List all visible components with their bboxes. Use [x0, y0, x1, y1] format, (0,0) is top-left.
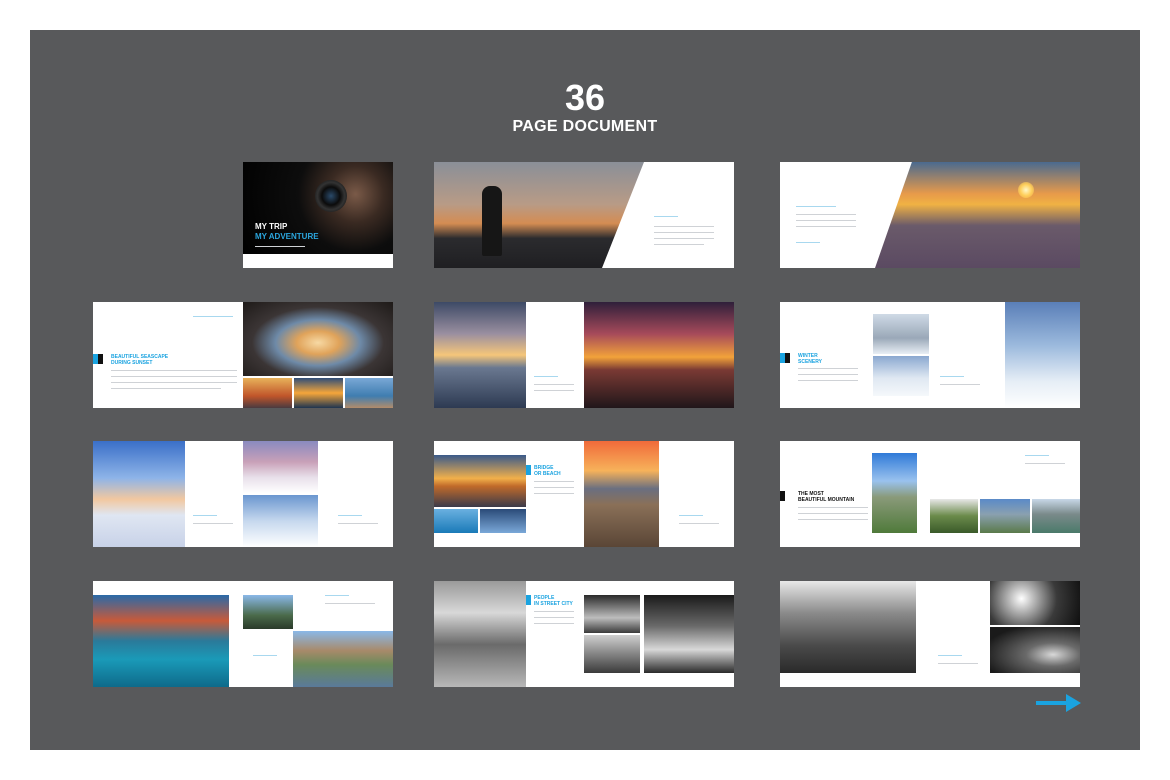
spread-alpine-lake [93, 581, 393, 687]
kayak-photo [434, 302, 526, 408]
snow-village-photo [243, 441, 318, 493]
thumb-1 [243, 378, 292, 408]
winter-title-line2: SCENERY [798, 359, 822, 365]
spread-bridge: BRIDGE OR BEACH [434, 441, 734, 547]
sun [1018, 182, 1034, 198]
cover-title-line2: MY ADVENTURE [255, 232, 319, 241]
spread-sunset-valley [780, 162, 1080, 268]
snow-trees-photo [1005, 302, 1080, 408]
spread-beach-sunset [434, 302, 734, 408]
shadow-thumb-2 [584, 635, 640, 673]
thumb-3 [345, 378, 393, 408]
pier-sunset-photo [434, 455, 526, 507]
thumb-2 [294, 378, 343, 408]
tunnel-light-photo [990, 581, 1080, 625]
page-count: 36 [564, 77, 606, 118]
pier-thumb-1 [434, 509, 478, 533]
snow-road-thumb [873, 356, 929, 396]
frost-tree-photo [93, 441, 185, 547]
spread-winter: WINTER SCENERY [780, 302, 1080, 408]
pier-thumb-2 [480, 509, 526, 533]
spread-winter-sunrise [93, 441, 393, 547]
snow-peaks-photo [243, 495, 318, 547]
hiker-photo [434, 162, 644, 268]
checker-floor-photo [644, 595, 734, 673]
underpass-photo [990, 627, 1080, 673]
spread-cover: MY TRIP MY ADVENTURE [243, 162, 393, 268]
spread-hiker [434, 162, 734, 268]
spread-rain-city [780, 581, 1080, 687]
camera-lens [315, 180, 347, 212]
cover-title: MY TRIP MY ADVENTURE [255, 222, 319, 242]
peak-thumb [980, 499, 1030, 533]
snow-forest-thumb [873, 314, 929, 354]
river-valley-photo [293, 631, 393, 687]
bridge-title-line2: OR BEACH [534, 471, 561, 477]
spread-mountain: THE MOST BEAUTIFUL MOUNTAIN [780, 441, 1080, 547]
boardwalk-photo [584, 441, 659, 547]
surfer-photo [584, 302, 734, 408]
umbrella-woman-photo [434, 581, 526, 687]
road-thumb [930, 499, 978, 533]
valley-photo [872, 453, 917, 533]
spread-seascape: BEAUTIFUL SEASCAPE DURING SUNSET [93, 302, 393, 408]
page-count-label: PAGE DOCUMENT [512, 118, 658, 135]
lake-thumb [1032, 499, 1080, 533]
mountain-thumb [243, 595, 293, 629]
street-title-line2: IN STREET CITY [534, 601, 573, 607]
cover-title-line1: MY TRIP [255, 222, 288, 231]
rain-stairs-photo [780, 581, 916, 673]
hiker-silhouette [482, 186, 502, 256]
arrow-right-icon[interactable] [1036, 693, 1082, 718]
valley-sunset-photo [875, 162, 1080, 268]
shadow-thumb-1 [584, 595, 640, 633]
spread-street: PEOPLE IN STREET CITY [434, 581, 734, 687]
cave-sea-photo [243, 302, 393, 376]
mountain-title-line2: BEAUTIFUL MOUNTAIN [798, 497, 855, 503]
seascape-title-line2: DURING SUNSET [111, 360, 153, 366]
lake-reflection-photo [93, 595, 229, 687]
